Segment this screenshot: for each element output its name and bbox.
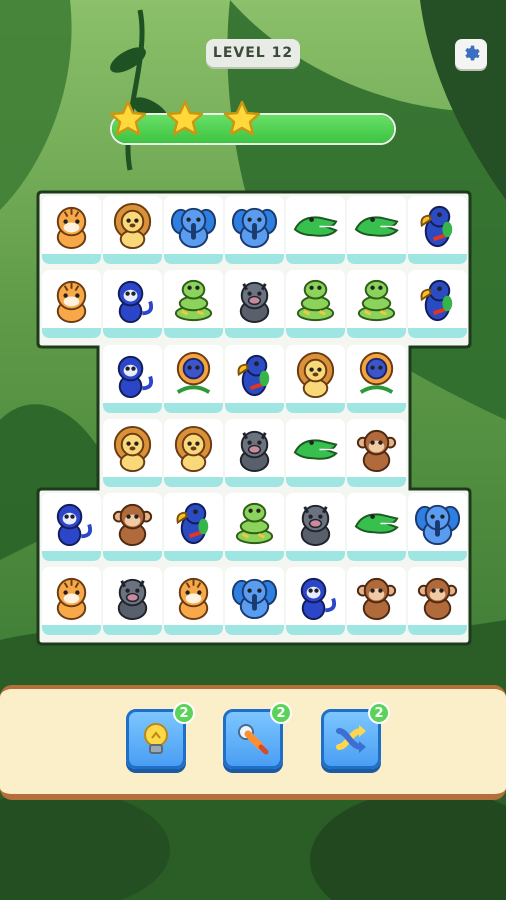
tile-snake[interactable] <box>286 270 345 338</box>
lion-icon <box>113 202 152 250</box>
tile-elephant[interactable] <box>225 196 284 264</box>
rocket-icon <box>238 724 269 755</box>
snake-icon <box>296 279 335 322</box>
tile-snake[interactable] <box>225 493 284 561</box>
shuffle-count-badge: 2 <box>368 702 390 724</box>
tile-elephant[interactable] <box>164 196 223 264</box>
tile-monkey-brown[interactable] <box>347 567 406 635</box>
lion-icon <box>296 351 335 399</box>
star-icon <box>109 100 147 136</box>
tiger-icon <box>56 206 87 250</box>
shuffle-button[interactable]: 2 <box>321 702 390 769</box>
tile-boar[interactable] <box>225 419 284 487</box>
star-icon <box>223 100 261 136</box>
tile-elephant[interactable] <box>408 493 467 561</box>
parrot-icon <box>420 205 453 248</box>
tile-lion[interactable] <box>103 196 162 264</box>
crocodile-icon <box>293 216 338 237</box>
tile-elephant[interactable] <box>225 567 284 635</box>
tiger-icon <box>56 280 87 324</box>
tile-boar[interactable] <box>286 493 345 561</box>
tile-parrot[interactable] <box>408 270 467 338</box>
tile-lion[interactable] <box>103 419 162 487</box>
boar-icon <box>239 430 270 473</box>
tile-lion-blue[interactable] <box>347 345 406 413</box>
monkey-brown-icon <box>112 503 153 547</box>
monkey-blue-icon <box>117 280 154 324</box>
tile-crocodile[interactable] <box>347 493 406 561</box>
monkey-brown-icon <box>356 577 397 621</box>
monkey-blue-icon <box>56 503 93 547</box>
tile-monkey-blue[interactable] <box>42 493 101 561</box>
parrot-icon <box>420 279 453 322</box>
monkey-brown-icon <box>356 429 397 473</box>
lion-blue-icon <box>176 351 211 394</box>
monkey-brown-icon <box>417 577 458 621</box>
monkey-blue-icon <box>300 577 337 621</box>
boar-icon <box>117 578 148 621</box>
elephant-icon <box>231 578 278 620</box>
tile-snake[interactable] <box>347 270 406 338</box>
bomb-button[interactable]: 2 <box>223 702 292 769</box>
tile-lion[interactable] <box>286 345 345 413</box>
snake-icon <box>174 279 213 322</box>
tile-monkey-blue[interactable] <box>103 270 162 338</box>
hint-button[interactable]: 2 <box>126 702 195 769</box>
tile-tiger[interactable] <box>42 196 101 264</box>
crocodile-icon <box>354 513 399 534</box>
star-icon <box>166 100 204 136</box>
crocodile-icon <box>354 216 399 237</box>
parrot-icon <box>176 502 209 545</box>
tile-boar[interactable] <box>225 270 284 338</box>
crocodile-icon <box>293 439 338 460</box>
tile-lion-blue[interactable] <box>164 345 223 413</box>
settings-button[interactable] <box>455 39 487 69</box>
tile-parrot[interactable] <box>164 493 223 561</box>
lion-icon <box>174 425 213 473</box>
gear-icon <box>465 45 480 61</box>
tile-crocodile[interactable] <box>286 196 345 264</box>
tile-parrot[interactable] <box>408 196 467 264</box>
shuffle-icon <box>336 725 366 753</box>
tile-snake[interactable] <box>164 270 223 338</box>
tiger-icon <box>56 577 87 621</box>
tile-monkey-blue[interactable] <box>103 345 162 413</box>
lion-icon <box>113 425 152 473</box>
monkey-blue-icon <box>117 355 154 399</box>
lightbulb-icon <box>144 723 168 754</box>
tile-monkey-blue[interactable] <box>286 567 345 635</box>
tile-crocodile[interactable] <box>286 419 345 487</box>
tile-parrot[interactable] <box>225 345 284 413</box>
elephant-icon <box>231 207 278 249</box>
tile-tiger[interactable] <box>42 567 101 635</box>
tile-crocodile[interactable] <box>347 196 406 264</box>
tile-tiger[interactable] <box>164 567 223 635</box>
tile-monkey-brown[interactable] <box>408 567 467 635</box>
boar-icon <box>239 281 270 324</box>
level-label: LEVEL 12 <box>206 39 300 67</box>
hint-count-badge: 2 <box>173 702 195 724</box>
tile-boar[interactable] <box>103 567 162 635</box>
tile-monkey-brown[interactable] <box>103 493 162 561</box>
bomb-count-badge: 2 <box>270 702 292 724</box>
tile-lion[interactable] <box>164 419 223 487</box>
tile-tiger[interactable] <box>42 270 101 338</box>
tile-monkey-brown[interactable] <box>347 419 406 487</box>
boar-icon <box>300 504 331 547</box>
snake-icon <box>235 502 274 545</box>
lion-blue-icon <box>359 351 394 394</box>
tiger-icon <box>178 577 209 621</box>
elephant-icon <box>414 504 461 546</box>
snake-icon <box>357 279 396 322</box>
parrot-icon <box>237 354 270 397</box>
elephant-icon <box>170 207 217 249</box>
